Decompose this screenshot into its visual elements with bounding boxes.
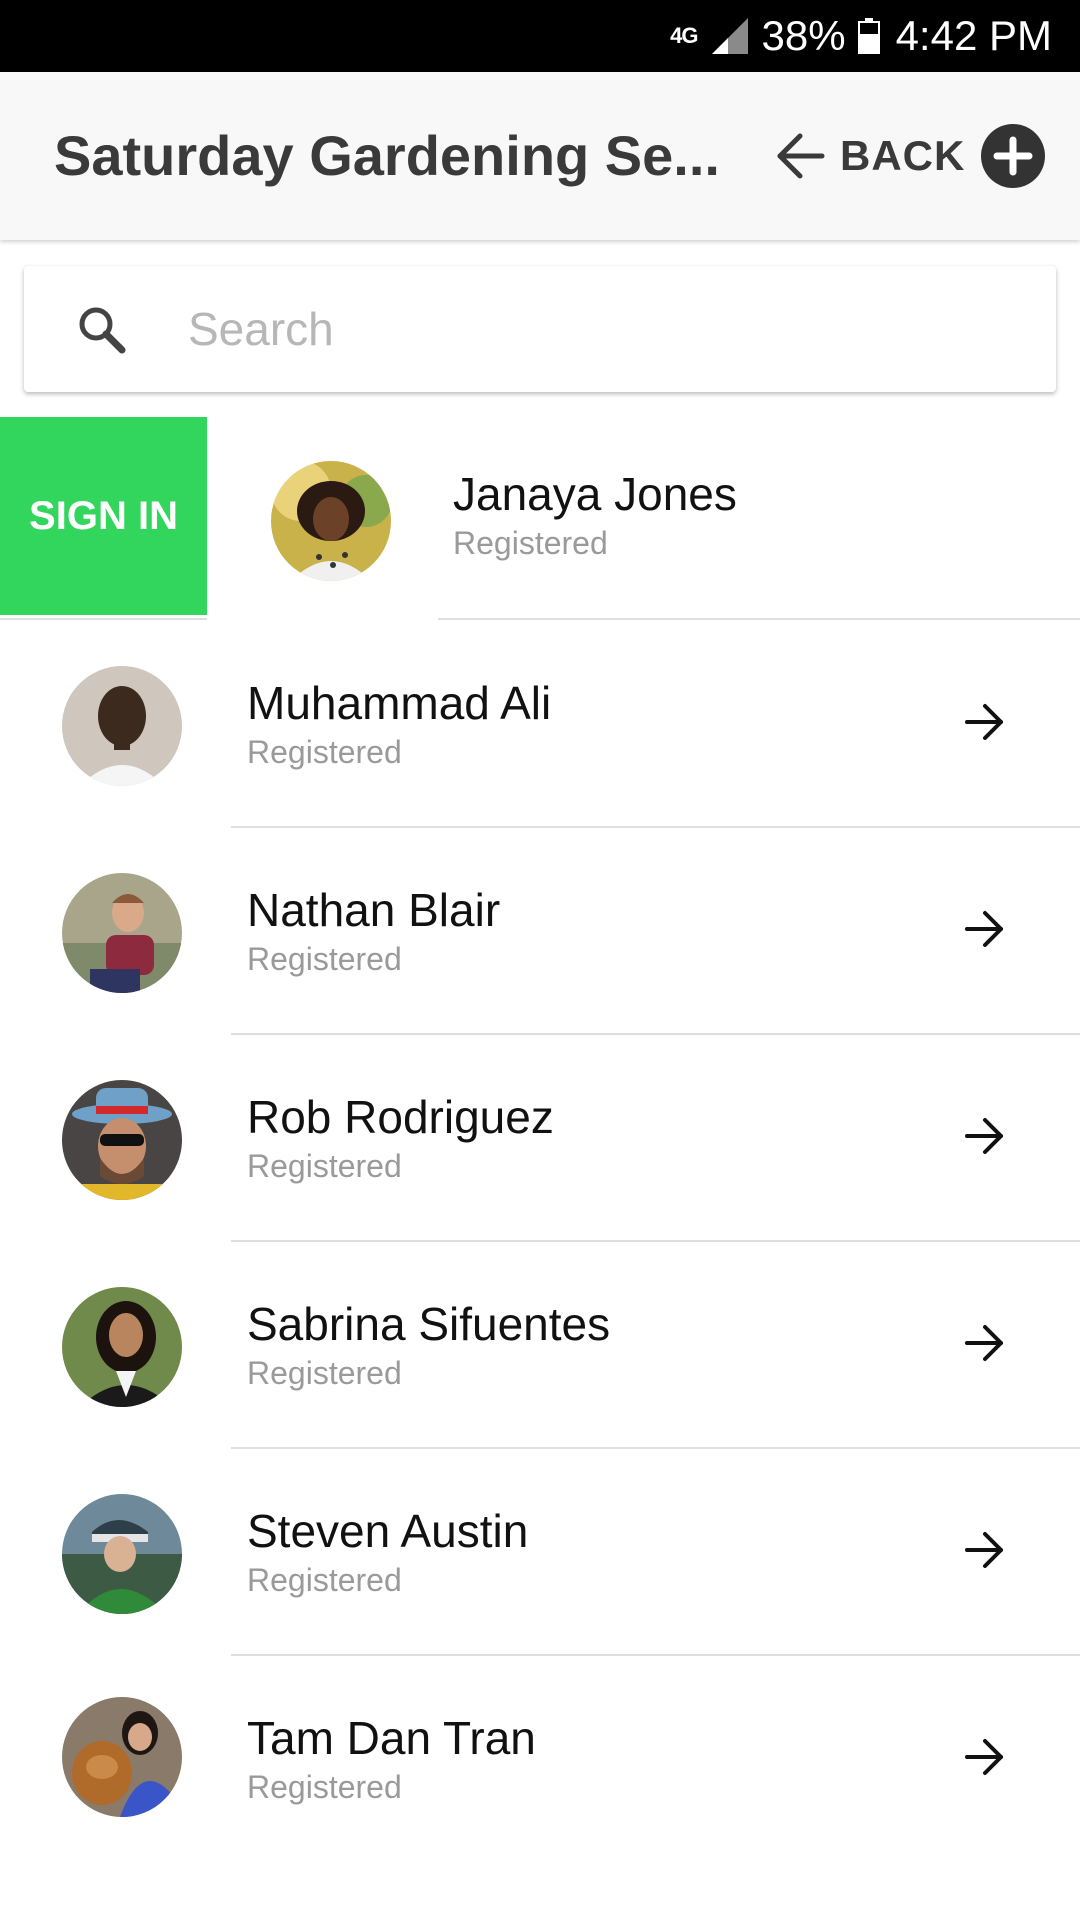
add-attendee-button[interactable]	[981, 124, 1045, 188]
arrow-right-icon	[965, 1532, 1003, 1568]
battery-percent: 38%	[761, 12, 846, 59]
signal-icon	[710, 16, 750, 56]
battery-icon	[857, 18, 880, 54]
list-item[interactable]: Steven Austin Registered	[0, 1448, 1080, 1655]
attendee-status: Registered	[247, 1562, 402, 1598]
app-bar: Saturday Gardening Se... BACK	[0, 72, 1080, 240]
sign-in-button[interactable]: SIGN IN	[0, 417, 207, 615]
attendee-status: Registered	[247, 1769, 402, 1805]
network-type: 4G	[670, 23, 698, 48]
arrow-right-icon	[965, 1325, 1003, 1361]
attendee-name: Nathan Blair	[247, 884, 501, 936]
list-item[interactable]: Muhammad Ali Registered	[0, 620, 1080, 827]
list-item[interactable]: Tam Dan Tran Registered	[0, 1655, 1080, 1862]
list-item[interactable]: Nathan Blair Registered	[0, 827, 1080, 1034]
arrow-left-icon	[777, 133, 825, 179]
list-item[interactable]: Rob Rodriguez Registered	[0, 1034, 1080, 1241]
attendee-name: Tam Dan Tran	[247, 1712, 536, 1764]
status-icons: 4G 38% 4:42 PM	[670, 0, 1052, 72]
attendee-name: Muhammad Ali	[247, 677, 552, 729]
attendee-name: Janaya Jones	[453, 468, 737, 520]
avatar	[62, 1494, 182, 1614]
sign-in-label: SIGN IN	[29, 493, 178, 538]
avatar	[62, 873, 182, 993]
avatar	[62, 1697, 182, 1817]
attendee-name: Steven Austin	[247, 1505, 529, 1557]
attendee-status: Registered	[453, 525, 608, 561]
avatar	[271, 461, 391, 581]
attendee-name: Rob Rodriguez	[247, 1091, 554, 1143]
page-title: Saturday Gardening Se...	[54, 124, 720, 187]
avatar	[62, 666, 182, 786]
arrow-right-icon	[965, 1118, 1003, 1154]
status-time: 4:42 PM	[895, 12, 1052, 59]
search-icon	[79, 307, 126, 354]
arrow-right-icon	[965, 1739, 1003, 1775]
plus-circle-icon	[993, 136, 1033, 176]
attendee-status: Registered	[247, 1355, 402, 1391]
list-item[interactable]: Sabrina Sifuentes Registered	[0, 1241, 1080, 1448]
avatar	[62, 1080, 182, 1200]
attendee-status: Registered	[247, 941, 402, 977]
attendee-status: Registered	[247, 1148, 402, 1184]
attendee-name: Sabrina Sifuentes	[247, 1298, 611, 1350]
status-bar: 4G 38% 4:42 PM	[0, 0, 1080, 72]
avatar	[62, 1287, 182, 1407]
attendee-status: Registered	[247, 734, 402, 770]
back-button[interactable]: BACK	[774, 124, 965, 188]
search-input[interactable]	[184, 270, 1038, 388]
arrow-right-icon	[965, 911, 1003, 947]
back-label: BACK	[840, 132, 966, 179]
arrow-right-icon	[965, 704, 1003, 740]
